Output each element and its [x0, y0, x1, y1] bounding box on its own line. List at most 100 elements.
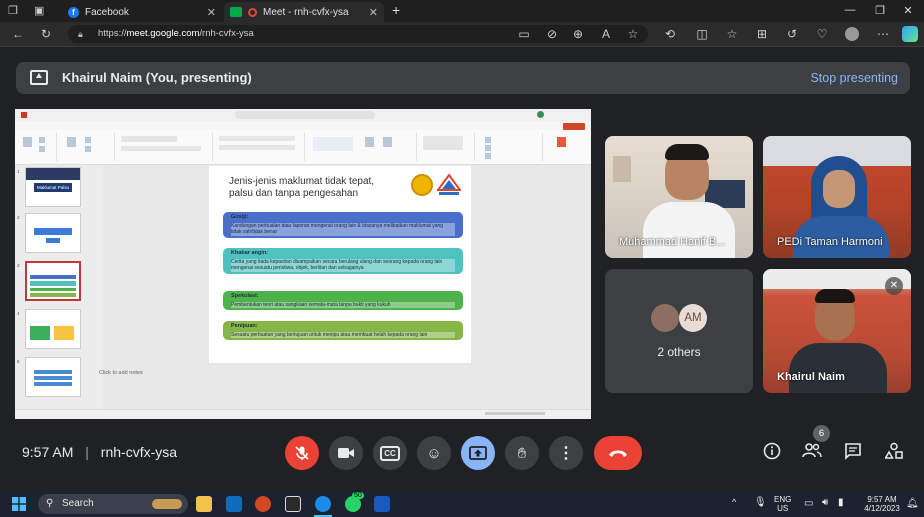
close-window-icon[interactable]: ✕ — [898, 4, 918, 17]
raise-hand-button[interactable]: ✋︎ — [505, 436, 539, 470]
address-bar-row: ← ↻ 🔒︎ https://meet.google.com/rnh-cvfx-… — [0, 22, 924, 47]
extensions-icon[interactable]: ⟲ — [662, 27, 678, 41]
ribbon-group — [419, 133, 475, 161]
slide-item-body: Cerita yang tiada kepastian disampaikan … — [231, 258, 455, 272]
url-path: /rnh-cvfx-ysa — [199, 28, 254, 39]
browser-essentials-icon[interactable]: ♡ — [814, 27, 830, 41]
video-camera-icon — [338, 448, 354, 458]
slide-thumbnail-4 — [25, 309, 81, 349]
zoom-slider — [485, 412, 545, 415]
microphone-toggle-button[interactable] — [285, 436, 319, 470]
app-title-bar — [15, 109, 591, 121]
new-tab-icon[interactable]: + — [392, 2, 400, 18]
file-explorer-icon[interactable] — [196, 496, 212, 512]
presenting-banner: Khairul Naim (You, presenting) Stop pres… — [16, 62, 910, 94]
slide-item-box: Gosip: Kandungan perbualan atau laporan … — [223, 212, 463, 238]
emoji-icon: ☺ — [426, 444, 442, 462]
people-button[interactable] — [801, 442, 823, 464]
chat-button[interactable] — [842, 442, 864, 464]
zoom-icon[interactable]: ⊕ — [570, 27, 586, 41]
camera-toggle-button[interactable] — [329, 436, 363, 470]
ribbon-group — [307, 133, 417, 161]
favorites-icon[interactable]: ☆ — [724, 27, 740, 41]
camera-permission-icon[interactable]: ▭ — [516, 27, 532, 41]
tab-meet[interactable]: Meet - rnh-cvfx-ysa ✕ — [224, 2, 384, 22]
slide-item-title: Penipuan: — [231, 323, 258, 329]
present-now-button[interactable] — [461, 436, 495, 470]
powerpoint-icon[interactable] — [255, 496, 271, 512]
back-icon[interactable]: ← — [10, 27, 26, 41]
participant-hair — [665, 144, 709, 160]
collections-icon[interactable]: ⊞ — [754, 27, 770, 41]
notes-placeholder: Click to add notes — [99, 370, 143, 376]
outlook-icon[interactable] — [226, 496, 242, 512]
leave-call-button[interactable] — [594, 436, 642, 470]
minimize-icon[interactable]: — — [840, 4, 860, 16]
thumb-number: 5 — [17, 359, 20, 364]
more-options-button[interactable]: ⋮ — [549, 436, 583, 470]
hand-icon: ✋︎ — [517, 444, 527, 462]
windows-start-icon[interactable] — [12, 497, 26, 511]
meeting-details-button[interactable] — [761, 442, 783, 464]
slide-item-box: Penipuan: Sesuatu perbuatan yang bertuju… — [223, 321, 463, 340]
thumb-number: 1 — [17, 169, 20, 174]
profile-avatar[interactable] — [845, 27, 859, 41]
battery-icon[interactable]: ▮ — [838, 497, 844, 508]
slide-thumbnail-1: Maklumat Palsu — [25, 167, 81, 207]
edge-icon[interactable] — [315, 496, 331, 512]
language-indicator[interactable]: ENG US — [774, 495, 791, 513]
clock[interactable]: 9:57 AM 4/12/2023 — [860, 495, 904, 513]
close-tab-icon[interactable]: ✕ — [207, 6, 216, 19]
slide-item-body: Sesuatu perbuatan yang bertujuan untuk m… — [231, 331, 455, 338]
tab-actions-icon[interactable]: ▣ — [34, 4, 44, 17]
present-screen-icon — [30, 70, 48, 85]
network-icon[interactable]: ▭ — [804, 498, 813, 509]
show-hidden-icons[interactable]: ^ — [732, 497, 736, 507]
ribbon-group — [17, 133, 57, 161]
notifications-icon[interactable]: 🔔︎ — [906, 498, 919, 509]
restore-icon[interactable]: ❐ — [870, 4, 890, 17]
microphone-icon[interactable]: 🎙︎ — [754, 497, 767, 508]
workspaces-icon[interactable]: ❐ — [8, 4, 18, 17]
others-tile[interactable]: AM 2 others — [605, 269, 753, 393]
thumb-title: Maklumat Palsu — [34, 183, 72, 192]
lock-icon: 🔒︎ — [78, 29, 83, 39]
read-aloud-icon[interactable]: A — [598, 27, 614, 41]
participant-count-badge: 6 — [813, 425, 830, 442]
microphone-off-icon — [295, 446, 309, 460]
recording-icon — [248, 7, 257, 17]
slide-thumbnail-2 — [25, 213, 81, 253]
participant-tile[interactable]: PEDi Taman Harmoni — [763, 136, 911, 258]
url-field[interactable]: 🔒︎ https://meet.google.com/rnh-cvfx-ysa — [68, 25, 648, 43]
more-vertical-icon: ⋮ — [558, 445, 574, 462]
volume-icon[interactable]: 🔊︎ — [822, 497, 828, 508]
participant-tile[interactable]: Muhammad Hanif B... — [605, 136, 753, 258]
participant-avatar — [651, 304, 679, 332]
thumb-number: 3 — [17, 263, 20, 268]
history-icon[interactable]: ↺ — [784, 27, 800, 41]
stop-presenting-button[interactable]: Stop presenting — [810, 71, 898, 85]
ribbon-group — [215, 133, 305, 161]
microphone-blocked-icon[interactable]: ⊘ — [544, 27, 560, 41]
reactions-button[interactable]: ☺ — [417, 436, 451, 470]
meeting-code: rnh-cvfx-ysa — [100, 444, 178, 460]
word-icon[interactable] — [374, 496, 390, 512]
participant-name: PEDi Taman Harmoni — [777, 236, 883, 248]
activities-button[interactable] — [883, 442, 905, 464]
split-screen-icon[interactable]: ◫ — [694, 27, 710, 41]
captions-button[interactable]: CC — [373, 436, 407, 470]
more-menu-icon[interactable]: ⋯ — [875, 27, 891, 41]
capcut-icon[interactable] — [285, 496, 301, 512]
close-tab-icon[interactable]: ✕ — [369, 6, 378, 19]
shared-screen: 1 Maklumat Palsu 2 3 4 5 Jenis-jenis mak… — [15, 109, 591, 419]
url-domain: meet.google.com — [126, 28, 200, 39]
tab-title: Facebook — [85, 6, 129, 18]
refresh-icon[interactable]: ↻ — [38, 27, 54, 41]
tab-facebook[interactable]: f Facebook ✕ — [62, 2, 222, 22]
participant-tile[interactable]: ✕ Khairul Naim — [763, 269, 911, 393]
taskbar-search[interactable]: ⚲ Search — [38, 494, 188, 514]
copilot-icon[interactable] — [902, 26, 918, 42]
favorite-star-icon[interactable]: ☆ — [625, 27, 641, 41]
clock-date: 4/12/2023 — [864, 504, 900, 513]
google-meet-icon — [230, 7, 242, 17]
